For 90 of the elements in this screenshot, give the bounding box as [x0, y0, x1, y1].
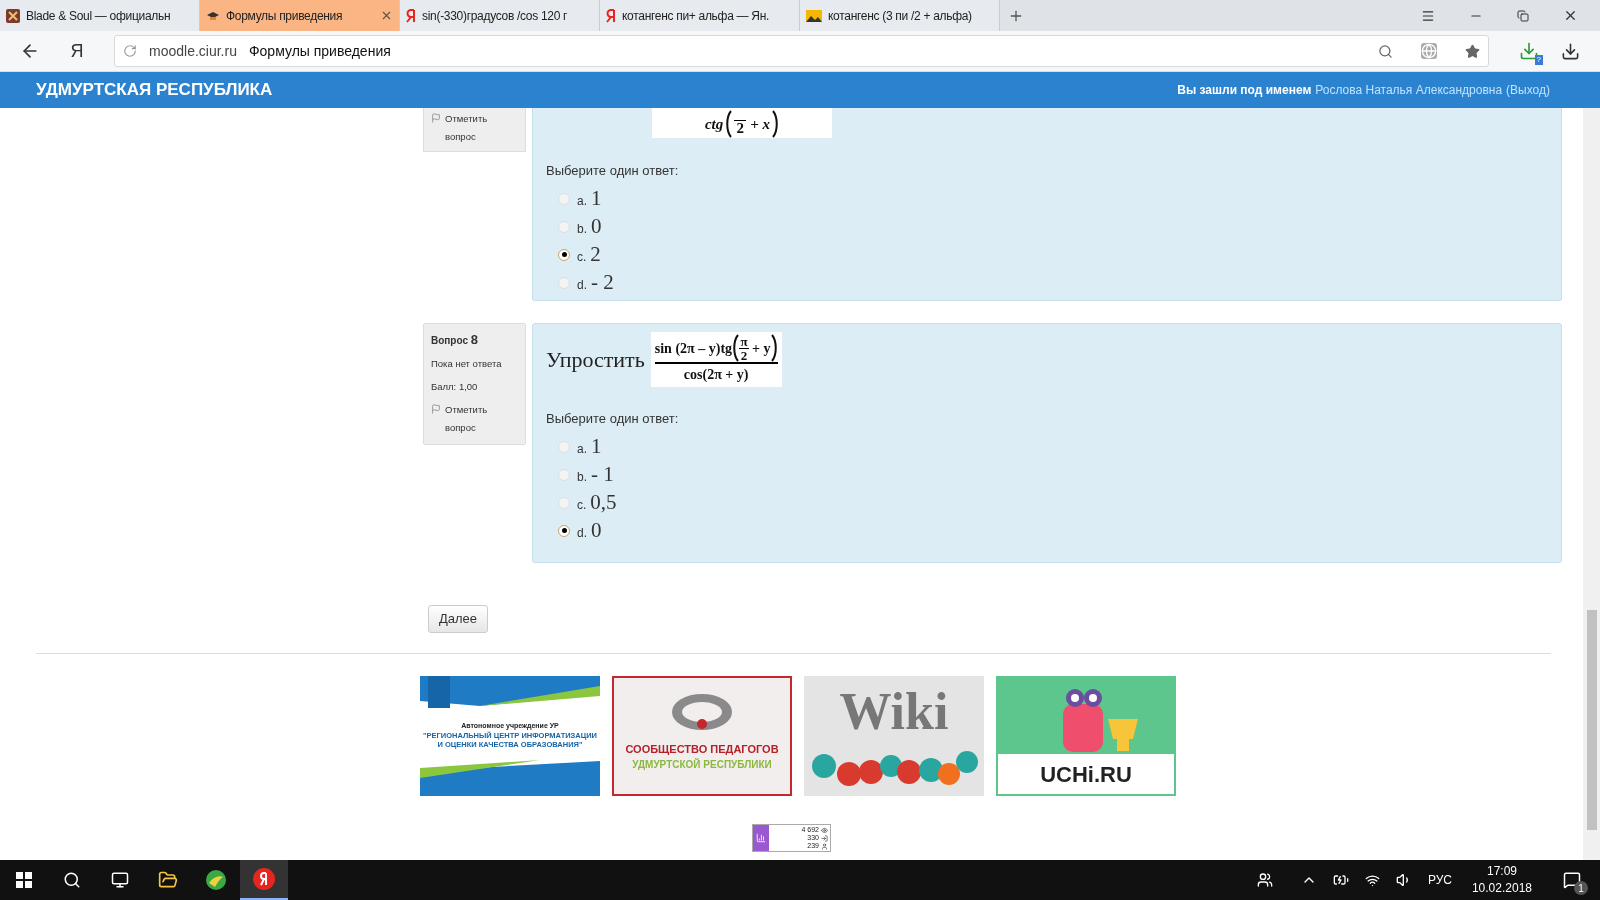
- clock[interactable]: 17:09 10.02.2018: [1467, 863, 1536, 897]
- search-icon[interactable]: [63, 871, 81, 889]
- taskbar-app[interactable]: [240, 860, 288, 900]
- answer-prompt: Выберите один ответ:: [546, 162, 680, 180]
- option-letter: b.: [577, 220, 587, 238]
- eye-icon: [821, 826, 828, 834]
- wiki-banner[interactable]: Wiki: [804, 676, 984, 796]
- task-view-icon[interactable]: [111, 871, 129, 889]
- option-letter: d.: [577, 524, 587, 542]
- yandex-favicon-icon: [606, 8, 616, 23]
- login-icon: [821, 834, 828, 842]
- tab-title: Формулы приведения: [226, 7, 344, 25]
- browser-tab[interactable]: sin(-330)градусов /cos 120 г: [400, 0, 600, 31]
- tab-title: sin(-330)градусов /cos 120 г: [422, 7, 569, 25]
- flag-link[interactable]: Отметить вопрос: [445, 401, 515, 437]
- clock-time: 17:09: [1486, 863, 1517, 880]
- extension-button[interactable]: ?: [1517, 39, 1541, 63]
- notifications-icon[interactable]: [1563, 871, 1581, 889]
- uchi-banner[interactable]: UCHi.RU: [996, 676, 1176, 796]
- tab-title: котангенс пи+ альфа — Ян.: [622, 7, 771, 25]
- tab-title: котангенс (3 пи /2 + альфа): [828, 7, 973, 25]
- scrollbar[interactable]: [1583, 108, 1600, 860]
- banner-text: Wiki: [839, 686, 949, 738]
- option-letter: d.: [577, 276, 587, 294]
- question-number: Вопрос 8: [431, 331, 480, 349]
- option-value: 0,5: [590, 488, 617, 516]
- close-icon[interactable]: [380, 9, 393, 22]
- question-text: Упростить: [546, 346, 645, 374]
- browser-tab[interactable]: котангенс (3 пи /2 + альфа): [800, 0, 1000, 31]
- formula: ctg 2 + x: [652, 108, 832, 138]
- option-value: 1: [591, 184, 602, 212]
- community-banner[interactable]: СООБЩЕСТВО ПЕДАГОГОВ УДМУРТСКОЙ РЕСПУБЛИКИ: [612, 676, 792, 796]
- game-favicon-icon: [6, 8, 20, 23]
- option-letter: b.: [577, 468, 587, 486]
- download-icon[interactable]: [1561, 41, 1580, 61]
- login-text: Вы зашли под именем: [1177, 82, 1312, 99]
- people-icon[interactable]: [1256, 872, 1273, 888]
- right-bracket-icon: [770, 334, 778, 362]
- answer-prompt: Выберите один ответ:: [546, 410, 680, 428]
- option-value: 0: [591, 212, 602, 240]
- restore-icon[interactable]: [1517, 9, 1529, 22]
- flag-link[interactable]: Отметить вопрос: [445, 110, 515, 146]
- banner-text: СООБЩЕСТВО ПЕДАГОГОВ: [625, 741, 779, 757]
- menu-icon[interactable]: [1421, 8, 1435, 23]
- close-icon[interactable]: [1563, 8, 1578, 23]
- clock-date: 10.02.2018: [1471, 880, 1532, 897]
- image-favicon-icon: [806, 9, 822, 22]
- chart-icon: [756, 833, 766, 843]
- browser-logo[interactable]: Я: [52, 37, 102, 65]
- question-score: Балл: 1,00: [431, 379, 479, 394]
- option-letter: a.: [577, 440, 587, 458]
- option-value: - 2: [591, 268, 614, 296]
- site-title: УДМУРТСКАЯ РЕСПУБЛИКА: [36, 79, 273, 102]
- banner-text: УДМУРТСКОЙ РЕСПУБЛИКИ: [632, 757, 772, 772]
- folder-icon[interactable]: [158, 870, 178, 890]
- option-value: 0: [591, 516, 602, 544]
- question-status: Пока нет ответа: [431, 356, 503, 371]
- person-icon: [821, 842, 828, 850]
- left-bracket-icon: [725, 110, 733, 138]
- browser-tab[interactable]: Формулы приведения: [200, 0, 400, 31]
- banner-text: UCHi.RU: [1040, 760, 1132, 789]
- option-value: 2: [590, 240, 601, 268]
- tab-title: Blade & Soul — официальн: [26, 7, 172, 25]
- wifi-icon[interactable]: [1364, 872, 1380, 888]
- option-letter: c.: [577, 496, 587, 514]
- battery-icon[interactable]: [1332, 872, 1349, 888]
- extension-badge: ?: [1534, 55, 1543, 65]
- windows-icon[interactable]: [16, 872, 32, 888]
- reload-icon[interactable]: [123, 44, 137, 58]
- left-bracket-icon: [732, 334, 740, 362]
- page-title: Формулы приведения: [248, 41, 391, 61]
- browser-tab[interactable]: котангенс пи+ альфа — Ян.: [600, 0, 800, 31]
- app-icon[interactable]: [205, 869, 227, 891]
- download-arrow-icon: [1519, 41, 1539, 61]
- address-field[interactable]: moodle.ciur.ru Формулы приведения: [114, 35, 1489, 67]
- yandex-favicon-icon: [406, 8, 416, 23]
- option-letter: a.: [577, 192, 587, 210]
- right-bracket-icon: [772, 110, 780, 138]
- option-value: 1: [591, 432, 602, 460]
- address-domain: moodle.ciur.ru: [149, 41, 237, 61]
- browser-app-icon: [253, 868, 275, 890]
- radio-button[interactable]: [558, 248, 570, 261]
- option-letter: c.: [577, 248, 587, 266]
- star-icon[interactable]: [1465, 43, 1480, 59]
- next-button[interactable]: Далее: [428, 605, 489, 633]
- option-value: - 1: [591, 460, 614, 488]
- browser-tab[interactable]: Blade & Soul — официальн: [0, 0, 200, 31]
- language-indicator[interactable]: РУС: [1427, 871, 1452, 889]
- notification-count: 1: [1574, 881, 1588, 895]
- radio-button[interactable]: [558, 524, 570, 537]
